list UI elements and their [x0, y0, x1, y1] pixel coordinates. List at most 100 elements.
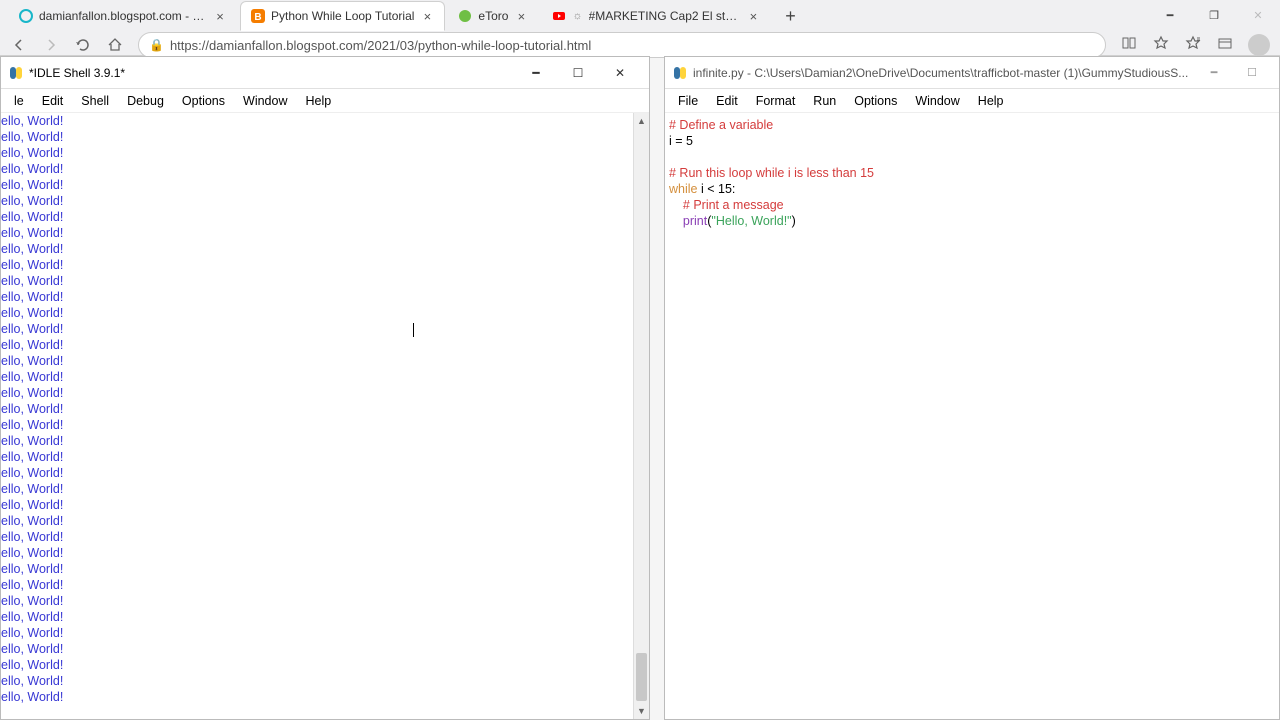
shell-output-line: ello, World!: [1, 257, 649, 273]
menu-window[interactable]: Window: [234, 91, 296, 111]
shell-output-line: ello, World!: [1, 369, 649, 385]
code-editor[interactable]: # Define a variable i = 5 # Run this loo…: [665, 113, 1279, 233]
close-icon[interactable]: ×: [420, 9, 434, 24]
lock-icon: 🔒: [149, 38, 164, 52]
home-button[interactable]: [106, 36, 124, 54]
scroll-thumb[interactable]: [636, 653, 647, 701]
python-icon: [9, 66, 23, 80]
shell-output-line: ello, World!: [1, 161, 649, 177]
idle-window-controls: ━ ☐ ✕: [515, 59, 641, 87]
menu-shell[interactable]: Shell: [72, 91, 118, 111]
refresh-button[interactable]: [74, 36, 92, 54]
toolbar-right-icons: [1120, 34, 1270, 56]
shell-output-line: ello, World!: [1, 497, 649, 513]
scrollbar[interactable]: ▲ ▼: [633, 113, 649, 719]
code-line: # Define a variable: [669, 117, 1275, 133]
favorite-icon[interactable]: [1152, 34, 1170, 52]
close-button[interactable]: ✕: [599, 59, 641, 87]
tab-strip: damianfallon.blogspot.com - Sw × B Pytho…: [0, 0, 1280, 32]
shell-output-line: ello, World!: [1, 113, 649, 129]
code-line: print("Hello, World!"): [669, 213, 1275, 229]
minimize-button[interactable]: ━: [515, 59, 557, 87]
menu-edit[interactable]: Edit: [707, 91, 747, 111]
shell-output-line: ello, World!: [1, 465, 649, 481]
minimize-button[interactable]: ━: [1195, 59, 1233, 87]
tab-label: #MARKETING Cap2 El stream: [589, 9, 741, 23]
shell-output-line: ello, World!: [1, 529, 649, 545]
shell-output-line: ello, World!: [1, 433, 649, 449]
back-button[interactable]: [10, 36, 28, 54]
profile-avatar[interactable]: [1248, 34, 1270, 56]
minimize-button[interactable]: ━: [1148, 0, 1192, 30]
tab-0[interactable]: damianfallon.blogspot.com - Sw ×: [8, 1, 238, 31]
close-button[interactable]: ✕: [1236, 0, 1280, 30]
menu-help[interactable]: Help: [969, 91, 1013, 111]
tab-1[interactable]: B Python While Loop Tutorial ×: [240, 1, 445, 31]
editor-menubar: File Edit Format Run Options Window Help: [665, 89, 1279, 113]
editor-titlebar[interactable]: infinite.py - C:\Users\Damian2\OneDrive\…: [665, 57, 1279, 89]
close-icon[interactable]: ×: [514, 9, 528, 24]
favicon-swirl-icon: [19, 9, 33, 23]
favicon-etoro-icon: [458, 9, 472, 23]
shell-output-line: ello, World!: [1, 225, 649, 241]
shell-output-line: ello, World!: [1, 289, 649, 305]
menu-run[interactable]: Run: [804, 91, 845, 111]
menu-format[interactable]: Format: [747, 91, 805, 111]
tab-label: Python While Loop Tutorial: [271, 9, 414, 23]
shell-output-line: ello, World!: [1, 337, 649, 353]
url-text: https://damianfallon.blogspot.com/2021/0…: [170, 38, 591, 53]
menu-window[interactable]: Window: [906, 91, 968, 111]
tab-2[interactable]: eToro ×: [447, 1, 539, 31]
favicon-blogger-icon: B: [251, 9, 265, 23]
shell-output-line: ello, World!: [1, 241, 649, 257]
menu-edit[interactable]: Edit: [33, 91, 73, 111]
menu-file[interactable]: le: [5, 91, 33, 111]
shell-output-line: ello, World!: [1, 609, 649, 625]
code-line: # Run this loop while i is less than 15: [669, 165, 1275, 181]
forward-button[interactable]: [42, 36, 60, 54]
code-line: i = 5: [669, 133, 1275, 149]
browser-chrome: damianfallon.blogspot.com - Sw × B Pytho…: [0, 0, 1280, 56]
shell-output-line: ello, World!: [1, 145, 649, 161]
address-bar[interactable]: 🔒 https://damianfallon.blogspot.com/2021…: [138, 32, 1106, 58]
tab-3[interactable]: ☼ #MARKETING Cap2 El stream ×: [541, 1, 771, 31]
favicon-youtube-icon: [552, 9, 566, 23]
shell-output-line: ello, World!: [1, 689, 649, 705]
shell-output-line: ello, World!: [1, 385, 649, 401]
maximize-button[interactable]: ☐: [1233, 59, 1271, 87]
shell-output-line: ello, World!: [1, 353, 649, 369]
idle-titlebar[interactable]: *IDLE Shell 3.9.1* ━ ☐ ✕: [1, 57, 649, 89]
reading-icon[interactable]: [1120, 34, 1138, 52]
svg-text:B: B: [254, 12, 261, 23]
maximize-button[interactable]: ☐: [557, 59, 599, 87]
shell-output-line: ello, World!: [1, 273, 649, 289]
menu-options[interactable]: Options: [845, 91, 906, 111]
scroll-down-icon[interactable]: ▼: [634, 703, 649, 719]
idle-menubar: le Edit Shell Debug Options Window Help: [1, 89, 649, 113]
menu-options[interactable]: Options: [173, 91, 234, 111]
python-file-icon: [673, 66, 687, 80]
code-line: [669, 149, 1275, 165]
idle-shell-body[interactable]: ello, World!ello, World!ello, World!ello…: [1, 113, 649, 719]
tab-label: damianfallon.blogspot.com - Sw: [39, 9, 207, 23]
new-tab-button[interactable]: +: [777, 3, 803, 29]
shell-output-line: ello, World!: [1, 561, 649, 577]
close-icon[interactable]: ×: [746, 9, 760, 24]
shell-output-line: ello, World!: [1, 577, 649, 593]
menu-help[interactable]: Help: [296, 91, 340, 111]
shell-output-line: ello, World!: [1, 177, 649, 193]
address-bar-row: 🔒 https://damianfallon.blogspot.com/2021…: [0, 33, 1280, 57]
shell-output-line: ello, World!: [1, 417, 649, 433]
menu-file[interactable]: File: [669, 91, 707, 111]
maximize-button[interactable]: ❐: [1192, 0, 1236, 30]
menu-debug[interactable]: Debug: [118, 91, 173, 111]
favorites-bar-icon[interactable]: [1184, 34, 1202, 52]
scroll-up-icon[interactable]: ▲: [634, 113, 649, 129]
shell-output-line: ello, World!: [1, 449, 649, 465]
collections-icon[interactable]: [1216, 34, 1234, 52]
shell-output-line: ello, World!: [1, 673, 649, 689]
shell-output-line: ello, World!: [1, 305, 649, 321]
shell-output-line: ello, World!: [1, 545, 649, 561]
shell-output-line: ello, World!: [1, 657, 649, 673]
close-icon[interactable]: ×: [213, 9, 227, 24]
